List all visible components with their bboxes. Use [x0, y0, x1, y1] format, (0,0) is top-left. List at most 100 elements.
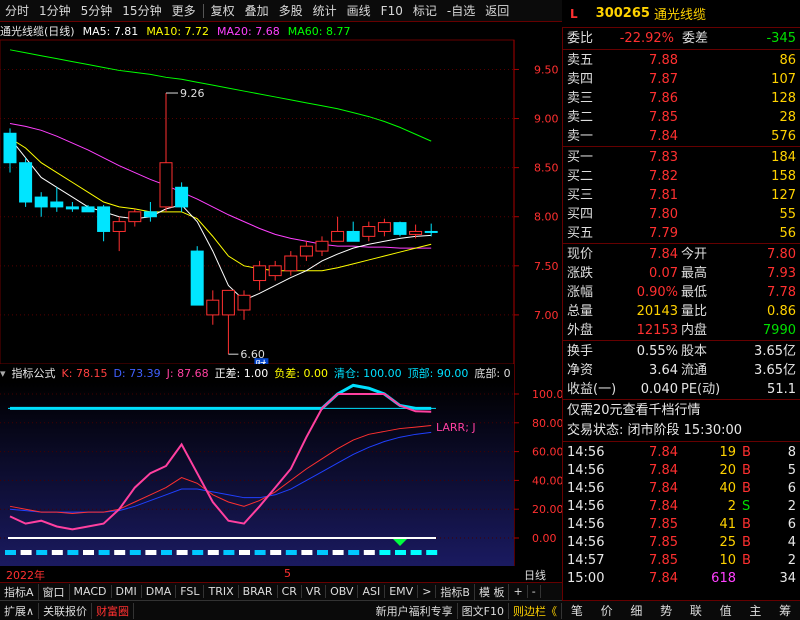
- panel-divider: [563, 340, 800, 341]
- indicator-tab-5[interactable]: FSL: [176, 585, 205, 598]
- tick-volume: 618: [711, 571, 736, 586]
- status-wealth-circle[interactable]: 财富圈: [92, 602, 135, 619]
- status-f10[interactable]: 图文F10: [458, 602, 509, 619]
- quote-nav-item-5[interactable]: 值: [720, 602, 732, 619]
- bid-label: 买四: [567, 207, 594, 222]
- toolbar-item-duogu[interactable]: 多股: [274, 2, 308, 19]
- stat-label: 股本: [681, 344, 708, 359]
- candle-body: [237, 294, 251, 311]
- indicator-menu-icon[interactable]: ▾: [0, 367, 6, 380]
- bid-volume: 55: [779, 207, 796, 222]
- indicator-tab-2[interactable]: MACD: [70, 585, 112, 598]
- stat-label: 内盘: [681, 323, 708, 338]
- indicator-tick-label: 60.00: [532, 446, 562, 459]
- top-toolbar: 分时 1分钟 5分钟 15分钟 更多 复权 叠加 多股 统计 画线 F10 标记…: [0, 0, 562, 22]
- trade-state: 交易状态: 闭市阶段 15:30:00: [567, 423, 743, 438]
- indicator-name[interactable]: 指标公式: [12, 365, 56, 381]
- candle-body: [128, 211, 142, 223]
- tick-count: 4: [787, 535, 796, 550]
- quote-nav-item-2[interactable]: 细: [630, 602, 642, 619]
- ma5-legend: MA5: 7.81: [82, 24, 139, 38]
- toolbar-item-fenshi[interactable]: 分时: [0, 2, 34, 19]
- stat-value: 3.65亿: [754, 363, 796, 378]
- chart-area[interactable]: 9.509.008.508.007.507.00 9.26 6.60 财 100…: [0, 22, 562, 566]
- toolbar-item-tongji[interactable]: 统计: [308, 2, 342, 19]
- indicator-tab-0[interactable]: 指标A: [0, 583, 39, 600]
- ask-price: 7.88: [649, 53, 678, 68]
- tick-count: 8: [787, 445, 796, 460]
- bid-label: 买一: [567, 150, 594, 165]
- toolbar-item-1min[interactable]: 1分钟: [34, 2, 76, 19]
- candle-body: [175, 186, 189, 208]
- quote-nav-item-4[interactable]: 联: [690, 602, 702, 619]
- indicator-tab-14[interactable]: 指标B: [436, 583, 475, 600]
- stock-name[interactable]: 通光线缆: [654, 4, 706, 23]
- period-label[interactable]: 日线: [524, 567, 546, 583]
- status-sidebar-toggle[interactable]: 则边栏《: [509, 602, 562, 619]
- indicator-tab-10[interactable]: OBV: [326, 585, 359, 598]
- candle-body: [299, 245, 313, 257]
- indicator-tab-15[interactable]: 模 板: [475, 583, 510, 600]
- signal-bar: [67, 550, 79, 555]
- quote-nav-item-0[interactable]: 笔: [571, 602, 583, 619]
- indicator-tab-16[interactable]: +: [509, 585, 528, 598]
- bid-price: 7.80: [649, 207, 678, 222]
- indicator-tab-13[interactable]: >: [418, 585, 437, 598]
- toolbar-item-15min[interactable]: 15分钟: [117, 2, 166, 19]
- status-bar: 扩展∧ 关联报价 财富圈 新用户福利专享 图文F10 则边栏《: [0, 600, 562, 620]
- toolbar-item-f10[interactable]: F10: [376, 4, 408, 18]
- toolbar-item-more[interactable]: 更多: [167, 2, 201, 19]
- promo-link[interactable]: 仅需20元查看千档行情: [567, 401, 701, 420]
- tick-count: 6: [787, 481, 796, 496]
- stock-code[interactable]: 300265: [596, 6, 650, 21]
- signal-bar: [223, 550, 235, 555]
- price-tick-label: 8.50: [534, 162, 559, 175]
- indicator-tab-6[interactable]: TRIX: [204, 585, 239, 598]
- toolbar-item-zixuan[interactable]: -自选: [442, 2, 480, 19]
- toolbar-item-fuquan[interactable]: 复权: [206, 2, 240, 19]
- toolbar-item-huaxian[interactable]: 画线: [342, 2, 376, 19]
- indicator-tab-12[interactable]: EMV: [385, 585, 419, 598]
- indicator-tab-17[interactable]: -: [528, 585, 541, 598]
- quote-nav-item-6[interactable]: 主: [749, 602, 761, 619]
- candle-body: [206, 299, 220, 316]
- stat-row: 换手 0.55% 股本 3.65亿: [567, 342, 796, 361]
- toolbar-item-5min[interactable]: 5分钟: [76, 2, 118, 19]
- tick-volume: 19: [719, 445, 736, 460]
- tick-time: 14:56: [567, 535, 605, 550]
- status-new-user-promo[interactable]: 新用户福利专享: [372, 602, 458, 619]
- indicator-tab-11[interactable]: ASI: [358, 585, 386, 598]
- indicator-j: J: 87.68: [166, 366, 209, 380]
- candle-body: [346, 230, 360, 242]
- quote-nav-item-1[interactable]: 价: [601, 602, 613, 619]
- ask-volume: 86: [779, 53, 796, 68]
- bid-volume: 158: [771, 169, 796, 184]
- indicator-tab-4[interactable]: DMA: [142, 585, 177, 598]
- indicator-tab-8[interactable]: CR: [278, 585, 302, 598]
- indicator-tab-9[interactable]: VR: [302, 585, 327, 598]
- quote-nav-item-7[interactable]: 筹: [779, 602, 791, 619]
- signal-bar: [426, 550, 438, 555]
- price-tick-label: 7.00: [534, 309, 559, 322]
- indicator-tab-3[interactable]: DMI: [112, 585, 142, 598]
- stat-value: 3.64: [649, 363, 678, 378]
- signal-bar: [176, 550, 188, 555]
- stat-label: 最低: [681, 285, 708, 300]
- toolbar-item-biaoji[interactable]: 标记: [408, 2, 442, 19]
- ask-row: 卖三 7.86 128: [567, 89, 796, 108]
- bid-label: 买五: [567, 226, 594, 241]
- indicator-tab-7[interactable]: BRAR: [239, 585, 278, 598]
- tick-side: B: [742, 481, 751, 496]
- status-expand[interactable]: 扩展∧: [0, 602, 40, 619]
- tick-row: 14:56 7.85 41 B 6: [567, 515, 796, 534]
- promo-row: 仅需20元查看千档行情: [567, 401, 796, 420]
- weicha-label: 委差: [682, 31, 709, 46]
- toolbar-item-back[interactable]: 返回: [480, 2, 514, 19]
- status-related-quote[interactable]: 关联报价: [39, 602, 93, 619]
- indicator-tick-label: 80.00: [532, 417, 562, 430]
- indicator-tab-1[interactable]: 窗口: [39, 583, 70, 600]
- ask-label: 卖三: [567, 91, 594, 106]
- toolbar-item-diejia[interactable]: 叠加: [240, 2, 274, 19]
- stat-label: 净资: [567, 363, 594, 378]
- quote-nav-item-3[interactable]: 势: [660, 602, 672, 619]
